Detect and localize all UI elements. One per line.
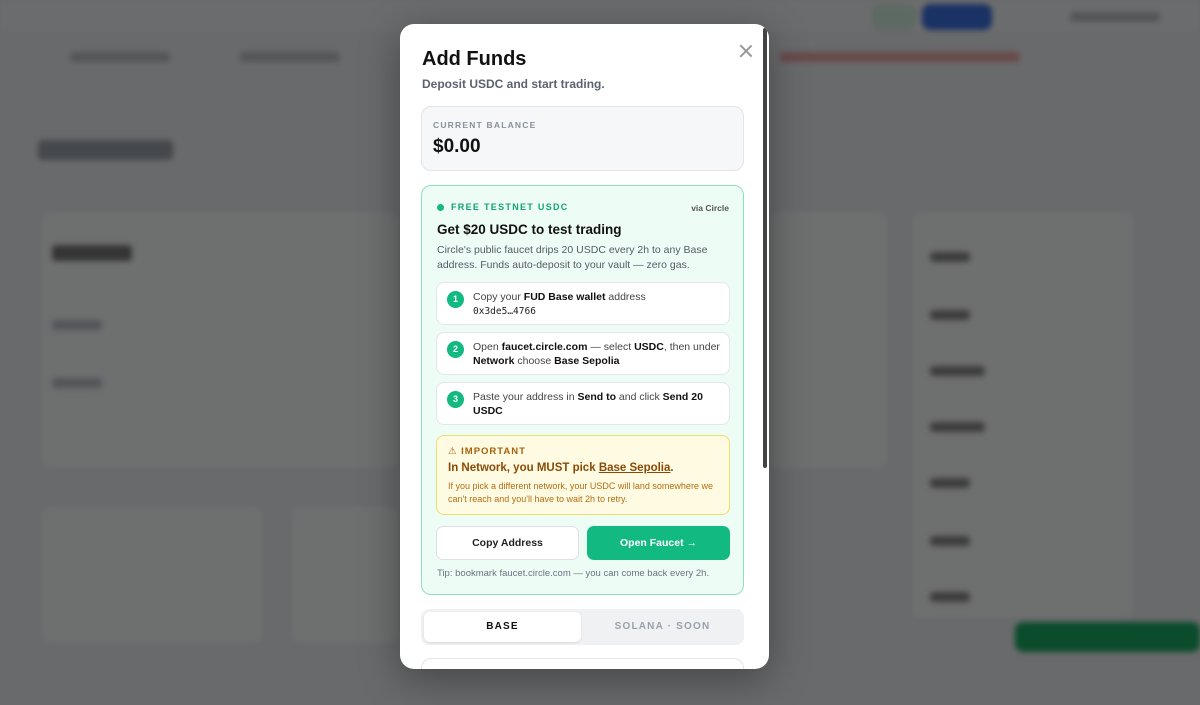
modal-scrollbar[interactable] [763, 28, 767, 468]
important-detail: If you pick a different network, your US… [448, 481, 713, 504]
important-heading: ⚠ IMPORTANT [448, 446, 526, 457]
step-number: 2 [447, 341, 464, 358]
add-funds-modal: Add Funds Deposit USDC and start trading… [400, 24, 769, 669]
step-2: 2 Open faucet.circle.com — select USDC, … [436, 332, 730, 375]
step-1: 1 Copy your FUD Base wallet address 0x3de… [436, 282, 730, 325]
faucet-tip: Tip: bookmark faucet.circle.com — you ca… [437, 568, 710, 579]
tab-base[interactable]: BASE [424, 612, 581, 642]
balance-label: CURRENT BALANCE [433, 120, 537, 130]
faucet-description: Circle's public faucet drips 20 USDC eve… [437, 244, 708, 271]
step-text: Copy your FUD Base wallet address 0x3de5…… [473, 291, 646, 317]
step-text: Paste your address in Send to and click … [473, 391, 703, 417]
close-icon[interactable] [737, 42, 755, 60]
status-dot-icon [437, 204, 444, 211]
network-tabs: BASE SOLANA · SOON [421, 609, 744, 645]
important-message: In Network, you MUST pick Base Sepolia. [448, 462, 674, 474]
step-number: 1 [447, 291, 464, 308]
modal-title: Add Funds [422, 48, 527, 70]
copy-address-button[interactable]: Copy Address [436, 526, 579, 560]
tab-solana[interactable]: SOLANA · SOON [584, 612, 741, 642]
wallet-address: 0x3de5…4766 [473, 306, 536, 317]
balance-value: $0.00 [433, 136, 481, 157]
step-text: Open faucet.circle.com — select USDC, th… [473, 341, 720, 367]
faucet-badge: FREE TESTNET USDC [451, 202, 569, 212]
faucet-provider: via Circle [691, 203, 729, 213]
deposit-card [421, 658, 744, 669]
important-notice: ⚠ IMPORTANT In Network, you MUST pick Ba… [436, 435, 730, 515]
modal-subtitle: Deposit USDC and start trading. [422, 77, 605, 91]
faucet-card: FREE TESTNET USDC via Circle Get $20 USD… [421, 185, 744, 595]
open-faucet-button[interactable]: Open Faucet → [587, 526, 730, 560]
balance-card: CURRENT BALANCE $0.00 [421, 106, 744, 171]
faucet-heading: Get $20 USDC to test trading [437, 222, 622, 237]
step-3: 3 Paste your address in Send to and clic… [436, 382, 730, 425]
step-number: 3 [447, 391, 464, 408]
